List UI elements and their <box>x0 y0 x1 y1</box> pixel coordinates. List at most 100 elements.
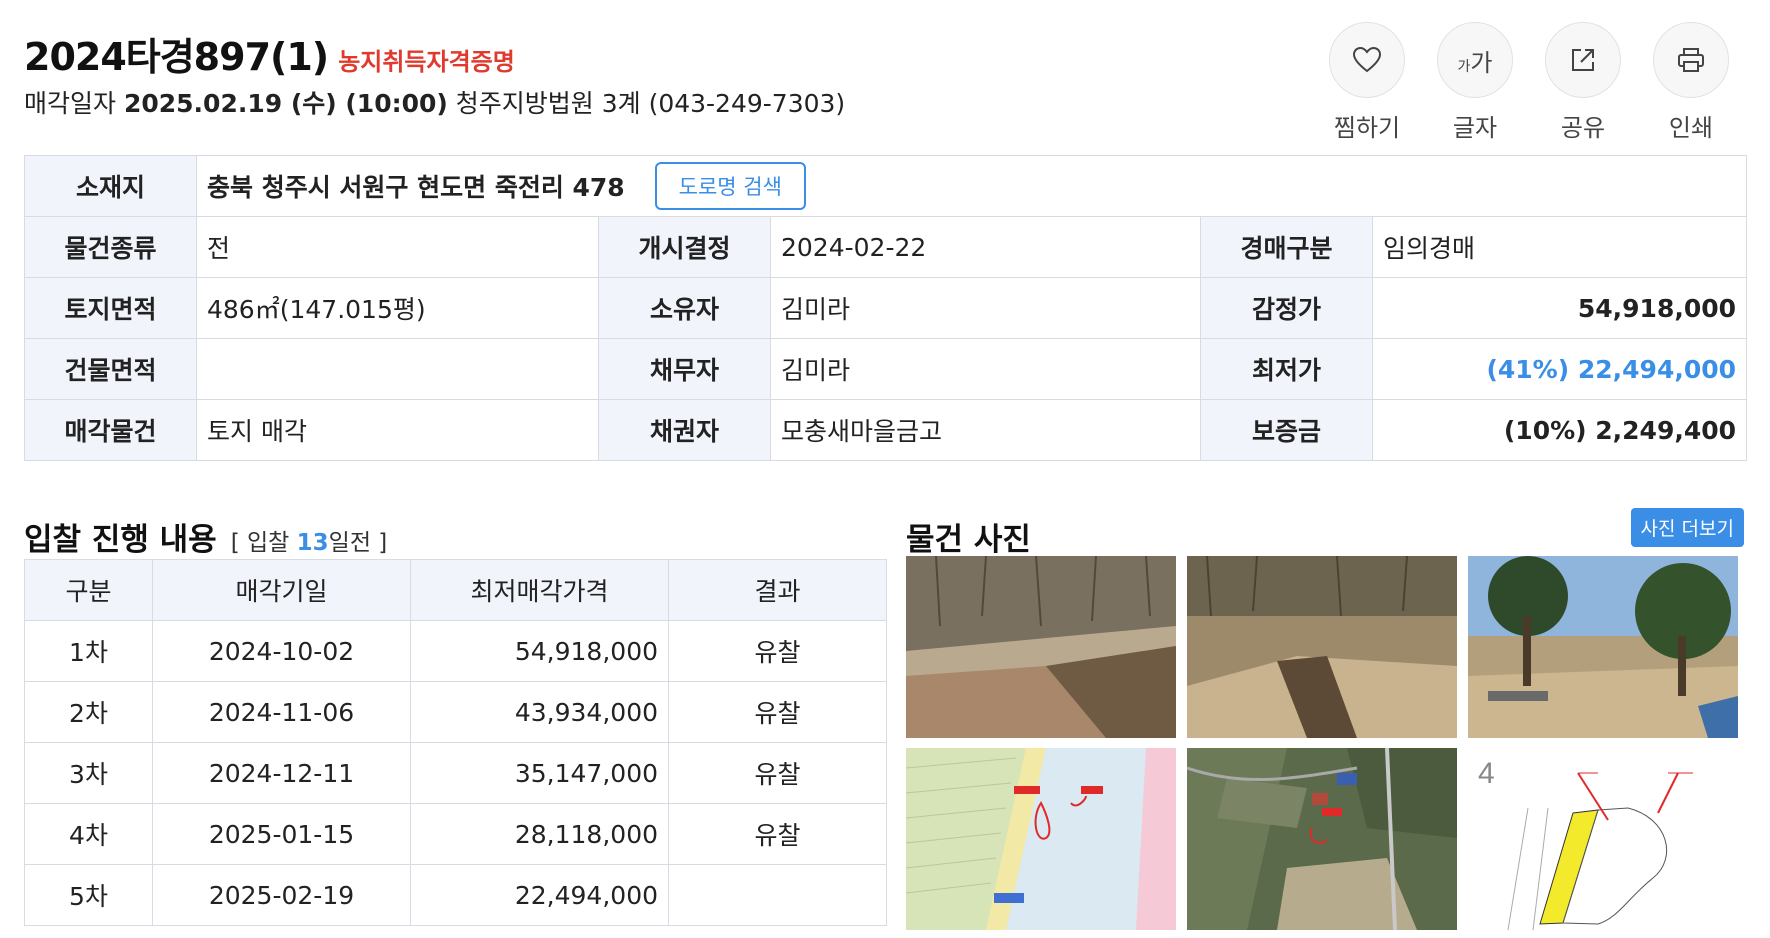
info-value <box>196 338 599 400</box>
font-size-label: 글자 <box>1452 114 1498 142</box>
info-label: 매각물건 <box>24 399 197 461</box>
sale-label: 매각일자 <box>24 89 117 118</box>
date-cell: 2024-10-02 <box>152 620 411 682</box>
info-label: 채무자 <box>598 338 771 400</box>
column-header: 최저매각가격 <box>410 559 669 621</box>
countdown-suffix: 일전 ] <box>328 530 388 556</box>
print-button[interactable]: 인쇄 <box>1652 22 1730 143</box>
table-row: 4차 2025-01-15 28,118,000 유찰 <box>24 803 887 865</box>
price-cell: 22,494,000 <box>410 864 669 926</box>
photo-thumbnail[interactable] <box>906 556 1176 738</box>
bidding-countdown: [ 입찰 13일전 ] <box>231 523 388 557</box>
date-cell: 2025-01-15 <box>152 803 411 865</box>
date-cell: 2024-12-11 <box>152 742 411 804</box>
info-value: 전 <box>196 216 599 278</box>
bidding-header-row: 구분 매각기일 최저매각가격 결과 <box>24 559 887 621</box>
info-label: 물건종류 <box>24 216 197 278</box>
font-size-icon-small: 가 <box>1457 58 1471 75</box>
countdown-prefix: [ 입찰 <box>230 530 297 556</box>
bidding-title: 입찰 진행 내용 <box>24 522 217 558</box>
price-cell: 54,918,000 <box>410 620 669 682</box>
info-row: 토지면적 486㎡(147.015평) 소유자 김미라 감정가 54,918,0… <box>24 277 1748 339</box>
round-cell: 3차 <box>24 742 153 804</box>
result-cell: 유찰 <box>668 742 887 804</box>
round-cell: 1차 <box>24 620 153 682</box>
share-circle[interactable] <box>1545 22 1621 98</box>
info-row: 건물면적 채무자 김미라 최저가 (41%) 22,494,000 <box>24 338 1748 400</box>
photo-thumbnail[interactable] <box>1187 556 1457 738</box>
info-label: 보증금 <box>1200 399 1373 461</box>
action-toolbar: 찜하기 가가 글자 공유 인쇄 <box>1328 22 1730 143</box>
table-row: 3차 2024-12-11 35,147,000 유찰 <box>24 742 887 804</box>
table-row: 2차 2024-11-06 43,934,000 유찰 <box>24 681 887 743</box>
price-cell: 43,934,000 <box>410 681 669 743</box>
print-icon <box>1678 48 1704 72</box>
certification-label: 농지취득자격증명 <box>338 48 515 76</box>
like-circle[interactable] <box>1329 22 1405 98</box>
price-cell: 35,147,000 <box>410 742 669 804</box>
road-search-button[interactable]: 도로명 검색 <box>654 162 806 210</box>
info-value: 임의경매 <box>1371 216 1748 278</box>
case-number: 2024타경897(1) <box>24 35 329 79</box>
sale-info: 매각일자 2025.02.19 (수) (10:00) 청주지방법원 3계 (0… <box>24 84 845 120</box>
share-label: 공유 <box>1560 114 1606 142</box>
countdown-days: 13 <box>296 530 329 556</box>
photo-thumbnail[interactable] <box>906 748 1176 930</box>
round-cell: 4차 <box>24 803 153 865</box>
location-label: 소재지 <box>24 155 197 217</box>
info-row-location: 소재지 충북 청주시 서원구 현도면 죽전리 478 도로명 검색 <box>24 155 1748 217</box>
photo-thumbnail[interactable] <box>1187 748 1457 930</box>
info-label: 경매구분 <box>1200 216 1373 278</box>
font-size-button[interactable]: 가가 글자 <box>1436 22 1514 143</box>
info-label: 채권자 <box>598 399 771 461</box>
cadastral-map-image <box>906 748 1176 930</box>
deposit-value: (10%) 2,249,400 <box>1371 399 1748 461</box>
minimum-price-value: (41%) 22,494,000 <box>1371 338 1748 400</box>
aerial-map-image <box>1187 748 1457 930</box>
result-cell: 유찰 <box>668 620 887 682</box>
column-header: 매각기일 <box>152 559 411 621</box>
font-size-icon: 가가 <box>1458 43 1493 78</box>
photo-gallery: 4 <box>906 556 1740 930</box>
round-cell: 5차 <box>24 864 153 926</box>
property-info-table: 소재지 충북 청주시 서원구 현도면 죽전리 478 도로명 검색 물건종류 전… <box>24 155 1748 461</box>
like-button[interactable]: 찜하기 <box>1328 22 1406 143</box>
like-label: 찜하기 <box>1333 114 1401 142</box>
table-row: 5차 2025-02-19 22,494,000 <box>24 864 887 926</box>
info-label: 개시결정 <box>598 216 771 278</box>
sale-datetime: 2025.02.19 (수) (10:00) <box>123 89 448 118</box>
photo-thumbnail[interactable]: 4 <box>1468 748 1738 930</box>
info-value: 토지 매각 <box>196 399 599 461</box>
font-size-icon-large: 가 <box>1470 48 1493 77</box>
print-label: 인쇄 <box>1668 114 1714 142</box>
heart-icon <box>1353 47 1381 73</box>
column-header: 구분 <box>24 559 153 621</box>
share-button[interactable]: 공유 <box>1544 22 1622 143</box>
location-value: 충북 청주시 서원구 현도면 죽전리 478 <box>207 173 625 202</box>
bidding-header: 입찰 진행 내용 [ 입찰 13일전 ] <box>24 514 387 559</box>
photo-thumbnail[interactable] <box>1468 556 1738 738</box>
location-cell: 충북 청주시 서원구 현도면 죽전리 478 도로명 검색 <box>195 155 1748 217</box>
ditch-photo-image <box>1187 556 1457 738</box>
date-cell: 2025-02-19 <box>152 864 411 926</box>
info-value: 모충새마을금고 <box>770 399 1201 461</box>
round-cell: 2차 <box>24 681 153 743</box>
svg-text:4: 4 <box>1478 757 1495 790</box>
info-row: 물건종류 전 개시결정 2024-02-22 경매구분 임의경매 <box>24 216 1748 278</box>
appraisal-value: 54,918,000 <box>1371 277 1748 339</box>
field-photo-image <box>906 556 1176 738</box>
font-size-circle[interactable]: 가가 <box>1437 22 1513 98</box>
info-label: 소유자 <box>598 277 771 339</box>
case-title: 2024타경897(1) 농지취득자격증명 <box>24 26 515 81</box>
result-cell <box>668 864 887 926</box>
more-photos-button[interactable]: 사진 더보기 <box>1630 508 1744 547</box>
info-value: 김미라 <box>770 277 1201 339</box>
price-cell: 28,118,000 <box>410 803 669 865</box>
trees-photo-image <box>1468 556 1738 738</box>
print-circle[interactable] <box>1653 22 1729 98</box>
date-cell: 2024-11-06 <box>152 681 411 743</box>
info-row: 매각물건 토지 매각 채권자 모충새마을금고 보증금 (10%) 2,249,4… <box>24 399 1748 461</box>
info-value: 486㎡(147.015평) <box>196 277 599 339</box>
info-value: 2024-02-22 <box>770 216 1201 278</box>
table-row: 1차 2024-10-02 54,918,000 유찰 <box>24 620 887 682</box>
